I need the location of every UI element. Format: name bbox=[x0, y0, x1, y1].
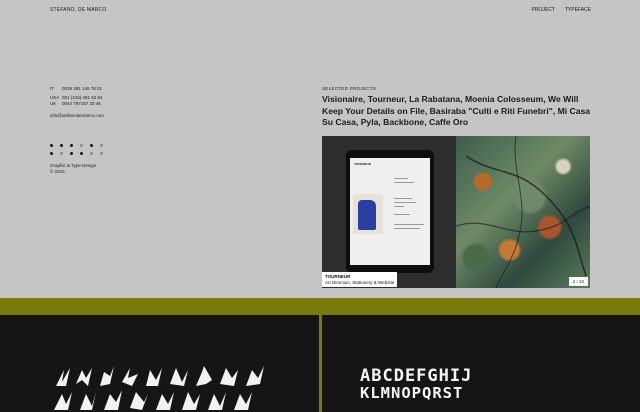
phone-row: IT 0039 391 146 78 01 bbox=[50, 86, 103, 92]
nav-typeface[interactable]: TYPEFACE bbox=[565, 7, 591, 13]
grid-dot bbox=[60, 152, 63, 155]
tablet-screen: TOURNEUR bbox=[350, 158, 430, 265]
phone-country: IT bbox=[50, 86, 54, 91]
credits-role: Graphic & Type Design bbox=[50, 163, 97, 168]
alphabet-row-1: ABCDEFGHIJ bbox=[360, 366, 473, 386]
slide-subtitle: Art Direction, Stationery & Website bbox=[325, 279, 395, 285]
phone-row: UK 0044 797167 33 46 bbox=[50, 101, 103, 107]
dot-grid bbox=[50, 144, 110, 155]
main-nav: PROJECT TYPEFACE bbox=[532, 7, 591, 13]
grid-dot bbox=[50, 144, 53, 147]
slide-caption: TOURNEUR Art Direction, Stationery & Web… bbox=[322, 272, 398, 287]
nav-project[interactable]: PROJECT bbox=[532, 7, 555, 13]
tablet-brand: TOURNEUR bbox=[354, 162, 371, 166]
grid-dot bbox=[80, 144, 83, 147]
grid-dot bbox=[100, 152, 103, 155]
grid-dot bbox=[50, 152, 53, 155]
slide-counter[interactable]: 2 / 10 bbox=[568, 277, 588, 286]
grid-dot bbox=[70, 144, 73, 147]
site-name[interactable]: STEFANO, DE MARCO bbox=[50, 7, 106, 13]
grid-dot bbox=[100, 144, 103, 147]
road-lines bbox=[456, 136, 590, 288]
phone-number[interactable]: 0039 391 146 78 01 bbox=[62, 86, 102, 92]
selected-projects-label: SELECTED PROJECTS bbox=[322, 86, 377, 91]
product-image bbox=[353, 194, 383, 234]
selected-projects-list[interactable]: Visionaire, Tourneur, La Rabatana, Moeni… bbox=[322, 94, 592, 129]
typeface-specimen-shards bbox=[54, 366, 264, 410]
phone-number[interactable]: 0044 797167 33 46 bbox=[62, 101, 101, 107]
alphabet-row-2: KLMNOPQRST bbox=[360, 384, 464, 402]
project-slideshow[interactable]: TOURNEUR TOURNEUR Art Direction, Station… bbox=[322, 136, 590, 288]
phone-country: UK bbox=[50, 101, 57, 106]
jacket-shape bbox=[358, 200, 376, 230]
credits: Graphic & Type Design © 2016 bbox=[50, 163, 96, 174]
grid-dot bbox=[80, 152, 83, 155]
aerial-photo bbox=[456, 136, 590, 288]
grid-dot bbox=[60, 144, 63, 147]
grid-dot bbox=[70, 152, 73, 155]
grid-dot bbox=[90, 144, 93, 147]
contact-phones: IT 0039 391 146 78 01 USA 001 (415) 481 … bbox=[50, 86, 103, 107]
typeface-specimen-alphabet: ABCDEFGHIJ KLMNOPQRST bbox=[360, 368, 472, 402]
tablet-mockup: TOURNEUR bbox=[346, 150, 434, 273]
grid-dot bbox=[90, 152, 93, 155]
credits-year: © 2016 bbox=[50, 168, 65, 174]
email-link[interactable]: info@stefanodemarco.com bbox=[50, 113, 104, 118]
accent-band bbox=[0, 298, 640, 315]
